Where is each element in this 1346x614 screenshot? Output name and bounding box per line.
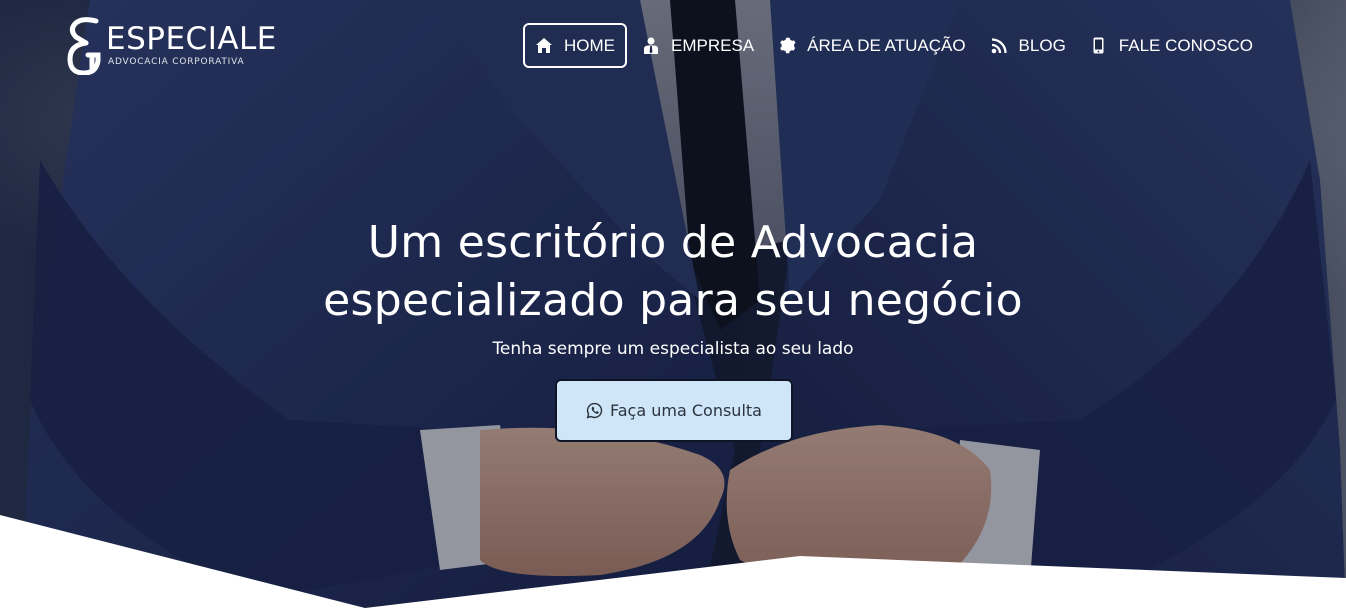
nav-item-blog[interactable]: BLOG (990, 23, 1066, 68)
eg-monogram-icon (67, 17, 101, 75)
nav-item-label: FALE CONOSCO (1118, 35, 1253, 55)
nav-item-empresa[interactable]: EMPRESA (642, 23, 754, 68)
nav-item-home[interactable]: HOME (523, 23, 627, 68)
nav-item-fale-conosco[interactable]: FALE CONOSCO (1090, 23, 1253, 68)
consultation-button[interactable]: Faça uma Consulta (555, 379, 793, 442)
brand-tagline: ADVOCACIA CORPORATIVA (108, 57, 245, 67)
nav-item-label: EMPRESA (671, 35, 755, 55)
user-tie-icon (642, 37, 660, 55)
hero-headline: Um escritório de Advocacia especializado… (0, 214, 1346, 330)
home-icon (535, 37, 553, 55)
whatsapp-icon (586, 402, 603, 419)
nav-item-label: BLOG (1018, 35, 1066, 55)
nav-item-label: ÁREA DE ATUAÇÃO (807, 35, 966, 55)
hero-headline-line2: especializado para seu negócio (323, 275, 1023, 326)
nav-item-area-de-atuacao[interactable]: ÁREA DE ATUAÇÃO (778, 23, 966, 68)
main-navigation: HOME EMPRESA ÁREA DE ATUAÇÃO BLOG FALE C… (523, 23, 1253, 68)
gear-icon (778, 37, 796, 55)
hero-subheadline: Tenha sempre um especialista ao seu lado (492, 339, 854, 359)
brand-name: ESPECIALE (106, 21, 277, 57)
nav-item-label: HOME (564, 35, 615, 55)
consultation-button-label: Faça uma Consulta (610, 401, 762, 420)
rss-icon (990, 37, 1008, 55)
hero-headline-line1: Um escritório de Advocacia (367, 217, 979, 268)
brand-logo[interactable]: ESPECIALE ADVOCACIA CORPORATIVA (66, 17, 296, 77)
mobile-phone-icon (1090, 37, 1108, 55)
